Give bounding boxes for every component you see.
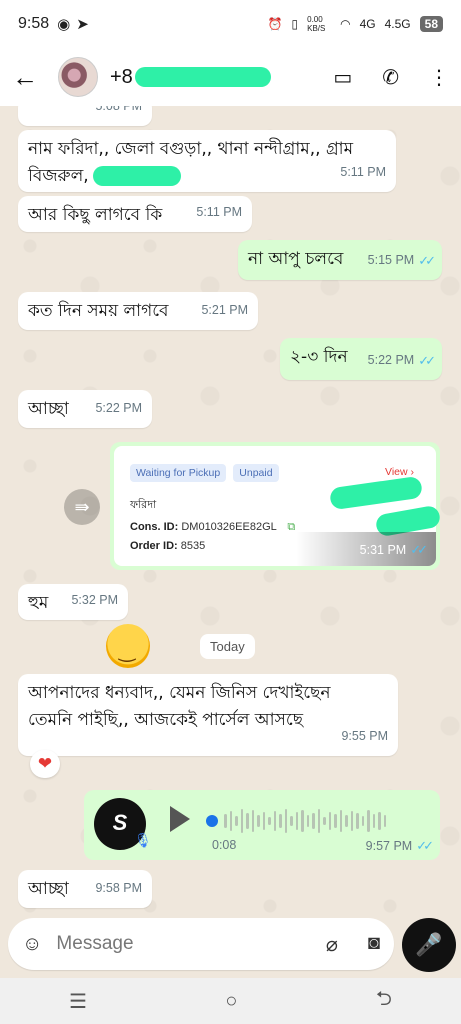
battery-indicator: 58: [419, 16, 443, 32]
message-input[interactable]: Message: [56, 933, 133, 955]
message-composer[interactable]: ☺ Message ⌀ ◙: [8, 918, 394, 970]
status-bar: 9:58 ◉ ➤ ⏰ ▯ 0.00 KB/S ◠ 4G 4.5G 58: [0, 0, 461, 48]
telegram-icon: ➤: [76, 16, 89, 33]
attach-icon[interactable]: ⌀: [326, 932, 338, 957]
message-in[interactable]: কত দিন সময় লাগবে 5:21 PM: [18, 292, 258, 330]
message-in[interactable]: 5:08 PM: [18, 106, 152, 126]
signal-4g: 4G: [359, 17, 376, 31]
voice-message[interactable]: S 🎙 0:08 9:57 PM ✓✓: [84, 790, 440, 860]
forward-icon[interactable]: ⇛: [64, 489, 100, 525]
microphone-icon: 🎙: [134, 832, 152, 848]
camera-icon[interactable]: ◙: [368, 932, 380, 957]
status-time: 9:58: [18, 15, 50, 32]
message-in[interactable]: আচ্ছা 9:58 PM: [18, 870, 152, 908]
back-icon[interactable]: ⮌: [376, 984, 392, 1018]
redaction-mark: [92, 166, 181, 186]
status-badge: Waiting for Pickup: [130, 464, 227, 482]
net-speed: 0.00 KB/S: [307, 15, 326, 33]
message-out[interactable]: ২-৩ দিন 5:22 PM ✓✓: [280, 338, 442, 380]
read-receipt-icon: ✓✓: [418, 353, 436, 368]
message-in[interactable]: নাম ফরিদা,, জেলা বগুড়া,, থানা নন্দীগ্রা…: [18, 130, 396, 192]
play-icon[interactable]: [170, 806, 190, 832]
message-in[interactable]: আচ্ছা 5:22 PM: [18, 390, 152, 428]
smiling-hearts-emoji[interactable]: [106, 624, 150, 668]
messenger-icon: ◉: [57, 16, 71, 33]
playback-scrubber[interactable]: [206, 815, 218, 827]
read-receipt-icon: ✓✓: [418, 253, 436, 268]
more-options-icon[interactable]: ⋮: [429, 65, 449, 90]
alarm-icon: ⏰: [267, 17, 283, 31]
recent-apps-icon[interactable]: ☰: [69, 989, 87, 1014]
message-in[interactable]: আর কিছু লাগবে কি 5:11 PM: [18, 196, 252, 232]
sticker-icon[interactable]: ☺: [22, 933, 42, 956]
back-arrow-icon[interactable]: ←: [12, 62, 44, 93]
voice-duration: 0:08: [212, 838, 237, 852]
voice-record-button[interactable]: 🎤: [402, 918, 456, 972]
add-call-icon[interactable]: ✆: [382, 65, 399, 90]
audio-waveform[interactable]: [224, 806, 386, 836]
signal-45g: 4.5G: [384, 17, 411, 31]
order-card-message[interactable]: Waiting for Pickup Unpaid View › ফরিদা C…: [110, 442, 442, 570]
copy-icon[interactable]: ⧉: [287, 521, 295, 533]
redaction-mark: [134, 67, 271, 87]
read-receipt-icon: ✓✓: [416, 838, 434, 853]
message-out[interactable]: না আপু চলবে 5:15 PM ✓✓: [238, 240, 442, 280]
chat-header: ← +8 ▭ ✆ ⋮: [0, 48, 461, 106]
date-divider: Today: [200, 634, 255, 659]
message-in[interactable]: আপনাদের ধন্যবাদ,, যেমন জিনিস দেখাইছেন তে…: [18, 674, 398, 756]
heart-reaction-icon[interactable]: ❤: [30, 750, 60, 778]
label-icon[interactable]: ▭: [333, 65, 352, 90]
payment-badge: Unpaid: [233, 464, 279, 482]
chat-area[interactable]: 5:08 PM নাম ফরিদা,, জেলা বগুড়া,, থানা ন…: [0, 106, 461, 916]
system-nav-bar: ☰ ○ ⮌: [0, 978, 461, 1024]
home-icon[interactable]: ○: [225, 990, 237, 1013]
message-in[interactable]: হুম 5:32 PM: [18, 584, 128, 620]
vibrate-icon: ▯: [291, 17, 299, 31]
wifi-icon: ◠: [340, 17, 351, 31]
cons-id: DM010326EE82GL: [181, 521, 277, 533]
read-receipt-icon: ✓✓: [410, 542, 428, 557]
order-id: 8535: [180, 540, 206, 552]
contact-name[interactable]: +8: [110, 66, 271, 89]
contact-avatar[interactable]: [58, 57, 98, 97]
order-card-body[interactable]: Waiting for Pickup Unpaid View › ফরিদা C…: [114, 446, 442, 566]
